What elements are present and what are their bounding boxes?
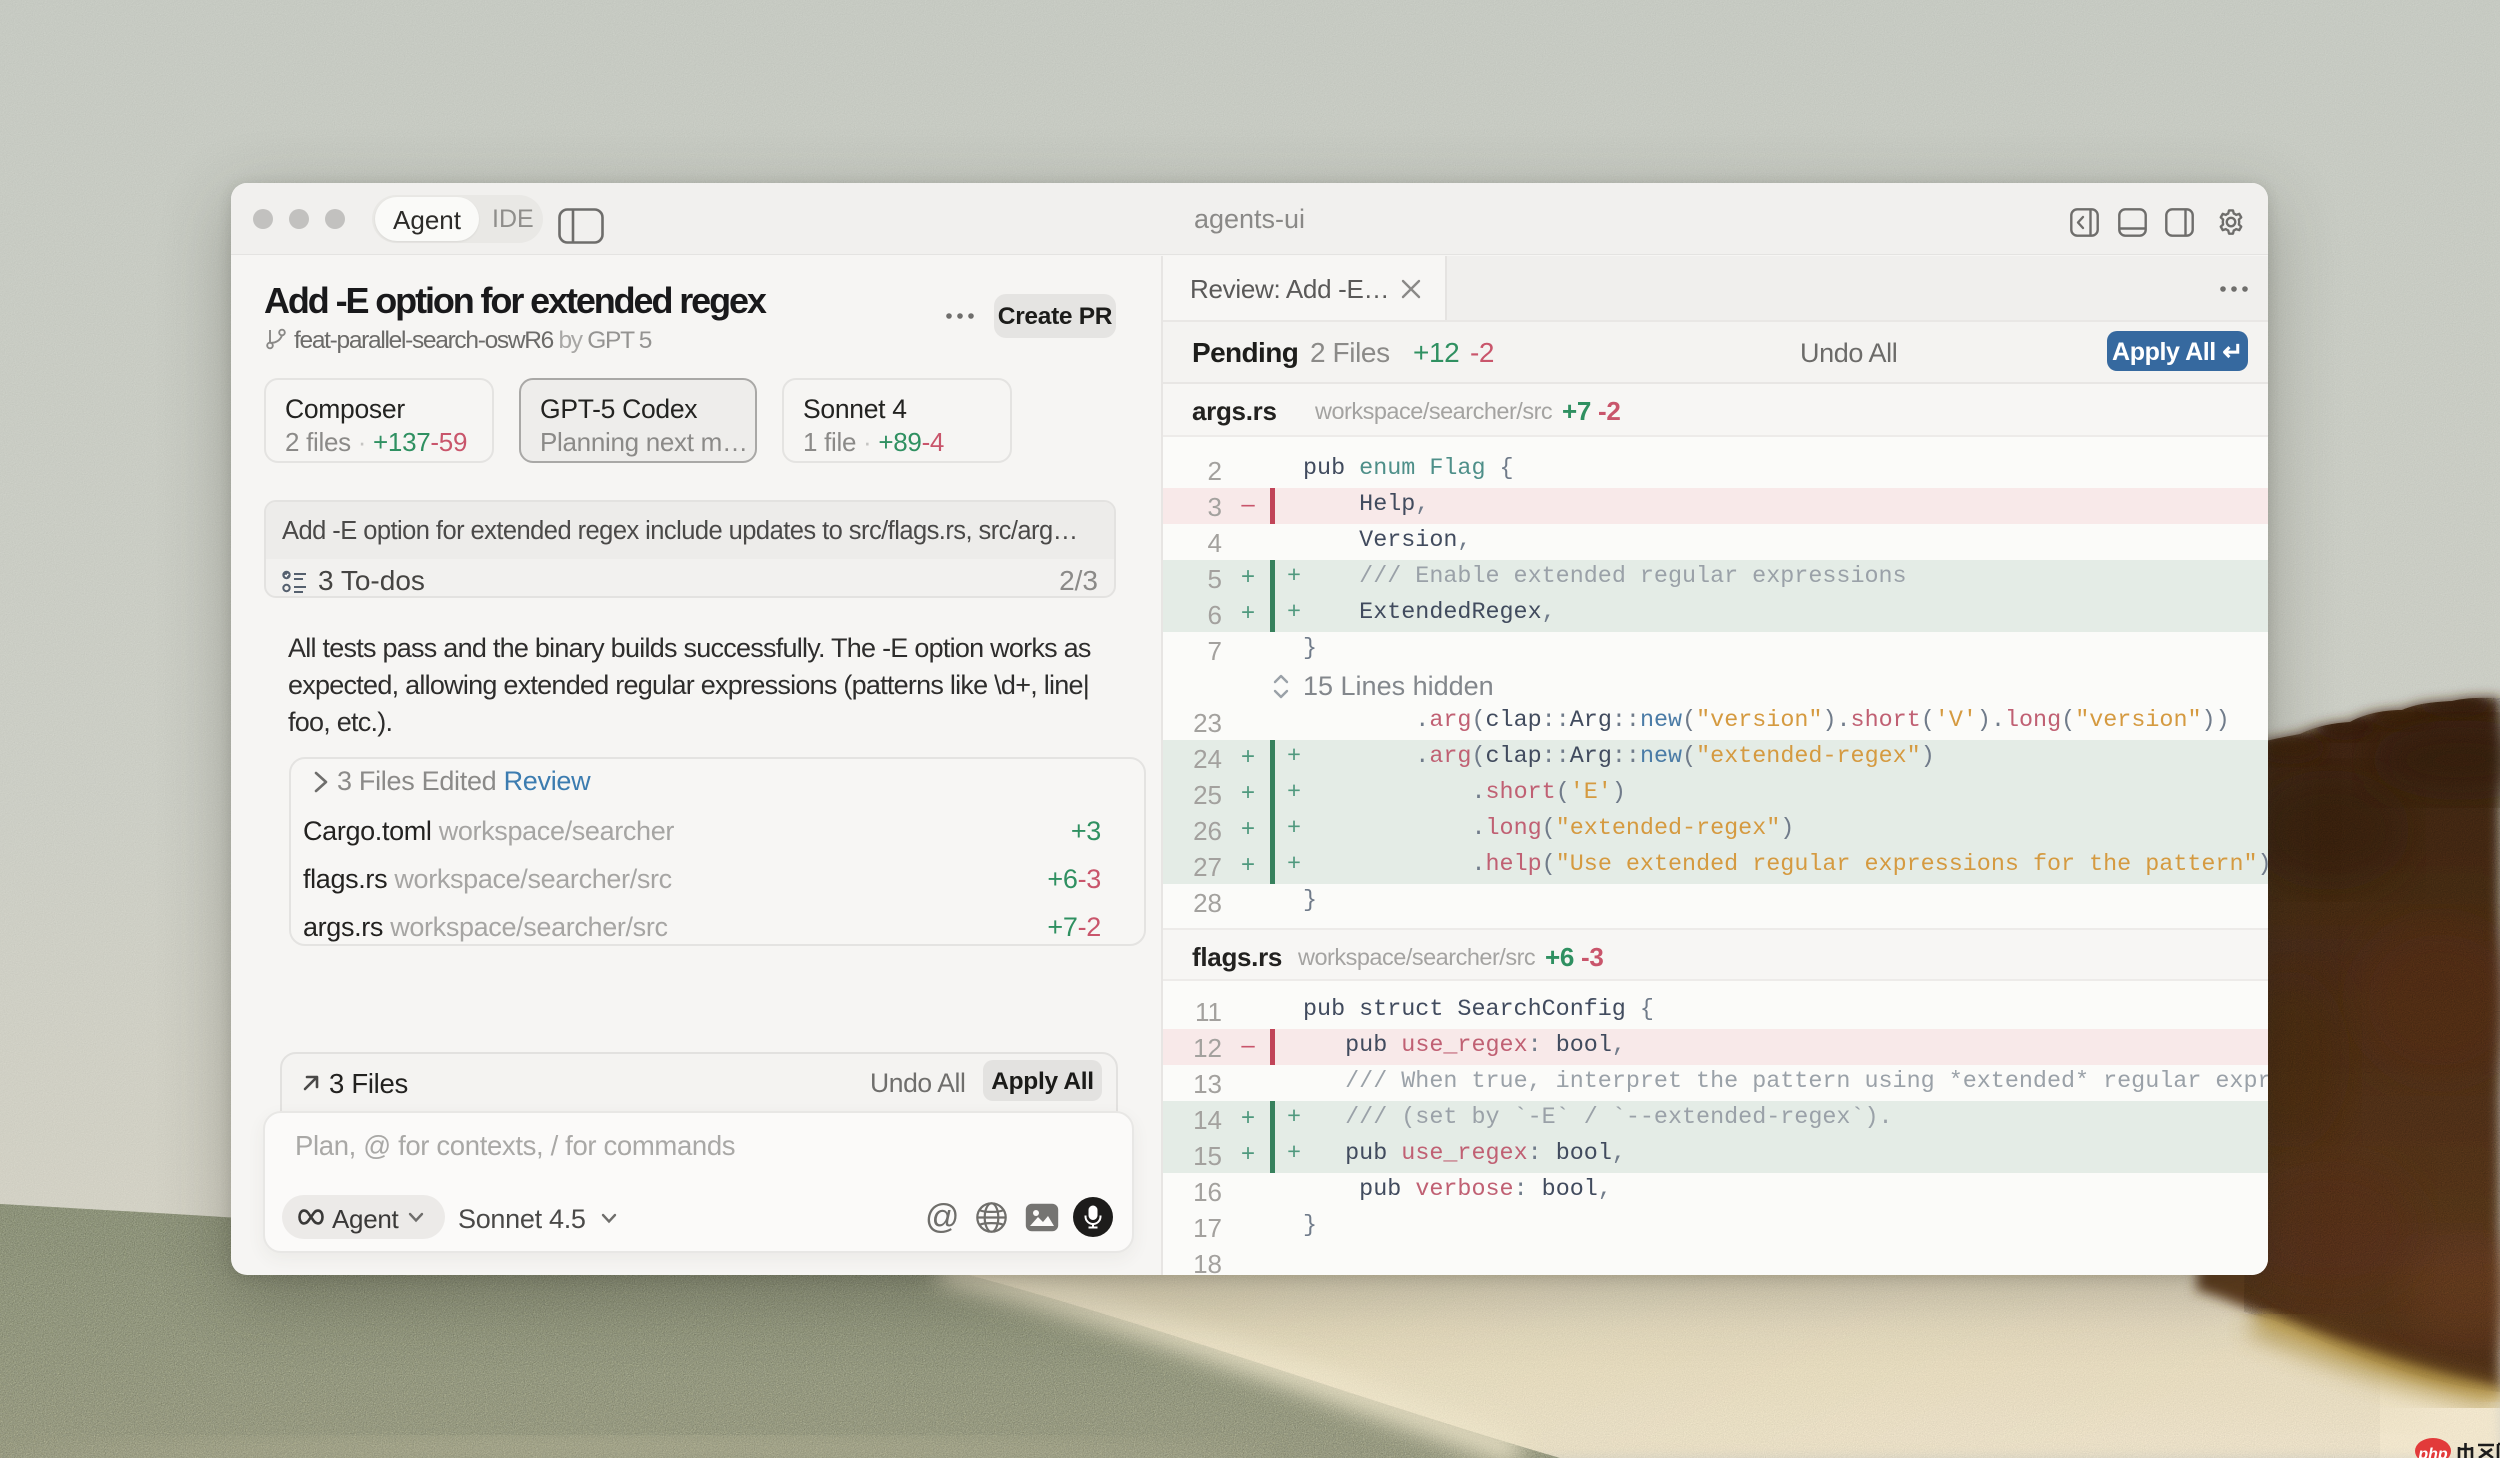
svg-text:php: php [2417, 1446, 2448, 1458]
